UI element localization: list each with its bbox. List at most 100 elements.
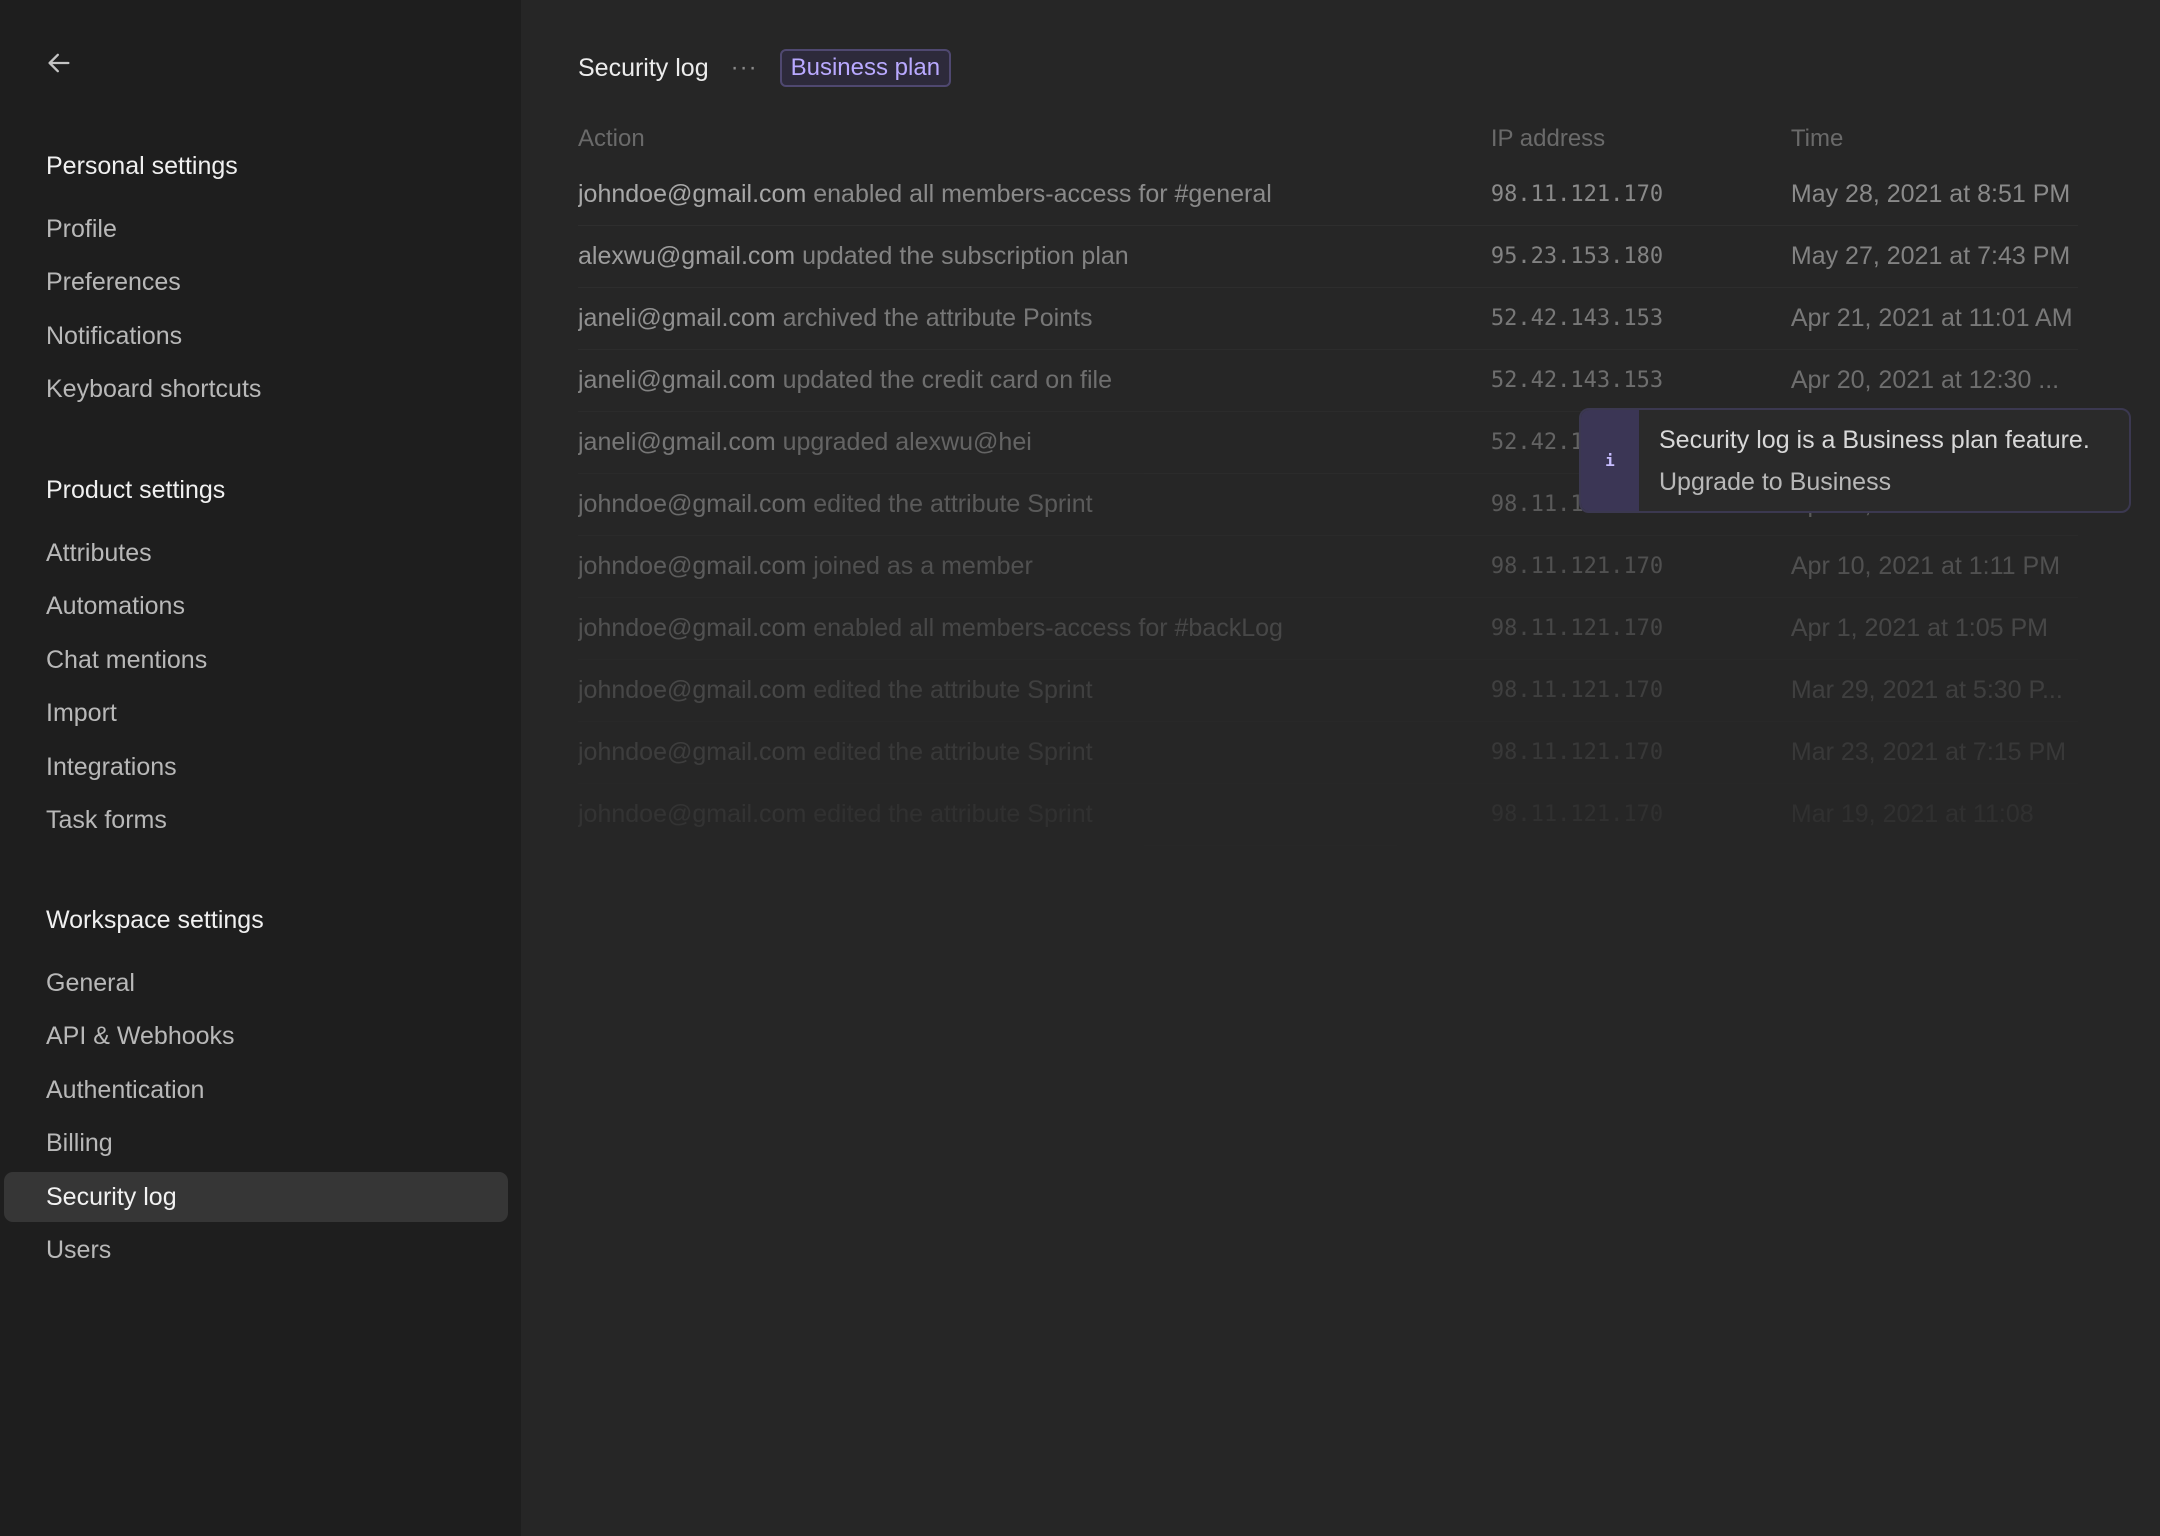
section-title: Product settings: [46, 476, 226, 504]
cell-time: May 28, 2021 at 8:51 PM: [1790, 180, 2071, 208]
cell-action: johndoe@gmail.com edited the attribute S…: [578, 738, 1491, 767]
cell-action-text: edited the attribute Sprint: [806, 676, 1093, 704]
cell-action-text: enabled all members-access for #general: [806, 180, 1272, 208]
sidebar-item-import[interactable]: Import: [4, 688, 508, 738]
cell-email: alexwu@gmail.com: [578, 242, 796, 270]
upgrade-link[interactable]: Upgrade to Business: [1659, 461, 2090, 503]
table-row: johndoe@gmail.com enabled all members-ac…: [578, 164, 2078, 226]
sidebar-item-keyboard-shortcuts[interactable]: Keyboard shortcuts: [4, 364, 508, 414]
sidebar-item-authentication[interactable]: Authentication: [4, 1065, 508, 1115]
info-icon: i: [1581, 410, 1639, 511]
sidebar: Personal settings Profile Preferences No…: [0, 0, 521, 1536]
sidebar-item-automations[interactable]: Automations: [4, 581, 508, 631]
more-options-icon[interactable]: ···: [731, 56, 758, 80]
sidebar-item-task-forms[interactable]: Task forms: [4, 795, 508, 845]
cell-email: johndoe@gmail.com: [578, 614, 807, 642]
table-row: johndoe@gmail.com enabled all members-ac…: [578, 598, 2078, 660]
cell-email: johndoe@gmail.com: [578, 676, 807, 704]
cell-action-text: archived the attribute Points: [775, 304, 1093, 332]
column-header-ip: IP address: [1490, 125, 1606, 152]
cell-action-text: enabled all members-access for #backLog: [806, 614, 1283, 642]
nav-section-workspace: Workspace settings General API & Webhook…: [0, 900, 521, 1278]
sidebar-item-chat-mentions[interactable]: Chat mentions: [4, 635, 508, 685]
cell-action: johndoe@gmail.com edited the attribute S…: [578, 800, 1491, 829]
cell-time: Mar 19, 2021 at 11:08: [1790, 800, 2034, 828]
cell-time: Apr 10, 2021 at 1:11 PM: [1790, 552, 2061, 580]
cell-action-text: edited the attribute Sprint: [806, 738, 1093, 766]
sidebar-item-billing[interactable]: Billing: [4, 1118, 508, 1168]
section-title: Workspace settings: [46, 906, 264, 934]
sidebar-item-users[interactable]: Users: [4, 1225, 508, 1275]
cell-action: johndoe@gmail.com edited the attribute S…: [578, 676, 1491, 705]
cell-ip: 98.11.121.170: [1490, 554, 1664, 579]
cell-ip: 95.23.153.180: [1490, 244, 1664, 269]
cell-email: johndoe@gmail.com: [578, 490, 807, 518]
sidebar-item-preferences[interactable]: Preferences: [4, 257, 508, 307]
table-row: johndoe@gmail.com edited the attribute S…: [578, 722, 2078, 784]
table-row: johndoe@gmail.com edited the attribute S…: [578, 660, 2078, 722]
cell-time: Apr 21, 2021 at 11:01 AM: [1790, 304, 2073, 332]
business-plan-badge[interactable]: Business plan: [779, 49, 952, 87]
main-content: Security log ··· Business plan Action IP…: [521, 0, 2160, 1536]
tooltip-text: Security log is a Business plan feature.…: [1639, 410, 2110, 511]
column-header-action: Action: [578, 125, 645, 152]
table-row: janeli@gmail.com archived the attribute …: [578, 288, 2078, 350]
nav-section-product: Product settings Attributes Automations …: [0, 470, 521, 848]
table-header: Action IP address Time: [578, 118, 2078, 160]
cell-time: Mar 23, 2021 at 7:15 PM: [1790, 738, 2067, 766]
cell-email: johndoe@gmail.com: [578, 738, 807, 766]
tooltip-message: Security log is a Business plan feature.: [1659, 425, 2090, 454]
cell-ip: 52.42.143.153: [1490, 306, 1664, 331]
cell-time: May 27, 2021 at 7:43 PM: [1790, 242, 2071, 270]
cell-ip: 98.11.121.170: [1490, 802, 1664, 827]
cell-action-text: edited the attribute Sprint: [806, 800, 1093, 828]
cell-time: Apr 1, 2021 at 1:05 PM: [1790, 614, 2048, 642]
cell-action-text: updated the credit card on file: [775, 366, 1112, 394]
sidebar-item-notifications[interactable]: Notifications: [4, 311, 508, 361]
table-row: johndoe@gmail.com joined as a member 98.1…: [578, 536, 2078, 598]
sidebar-item-attributes[interactable]: Attributes: [4, 528, 508, 578]
cell-ip: 98.11.121.170: [1490, 616, 1664, 641]
cell-action-text: joined as a member: [806, 552, 1033, 580]
cell-ip: 52.42.143.153: [1490, 368, 1664, 393]
cell-action: alexwu@gmail.com updated the subscriptio…: [578, 242, 1491, 271]
app: Personal settings Profile Preferences No…: [0, 0, 2160, 1536]
column-header-time: Time: [1790, 125, 1844, 152]
cell-email: johndoe@gmail.com: [578, 800, 807, 828]
cell-email: janeli@gmail.com: [578, 366, 776, 394]
sidebar-item-security-log[interactable]: Security log: [4, 1171, 508, 1222]
cell-action-text: edited the attribute Sprint: [806, 490, 1093, 518]
cell-email: johndoe@gmail.com: [578, 552, 807, 580]
cell-action: johndoe@gmail.com enabled all members-ac…: [578, 180, 1491, 209]
cell-email: janeli@gmail.com: [578, 428, 776, 456]
cell-action: johndoe@gmail.com edited the attribute S…: [578, 490, 1491, 519]
cell-email: janeli@gmail.com: [578, 304, 776, 332]
cell-email: johndoe@gmail.com: [578, 180, 807, 208]
cell-action: janeli@gmail.com archived the attribute …: [578, 304, 1491, 333]
table-row: alexwu@gmail.com updated the subscriptio…: [578, 226, 2078, 288]
cell-action-text: updated the subscription plan: [795, 242, 1129, 270]
sidebar-item-api-webhooks[interactable]: API & Webhooks: [4, 1011, 508, 1061]
section-title: Personal settings: [46, 152, 238, 180]
cell-time: Mar 29, 2021 at 5:30 P...: [1790, 676, 2063, 704]
sidebar-item-profile[interactable]: Profile: [4, 204, 508, 254]
cell-action: johndoe@gmail.com joined as a member: [578, 552, 1491, 581]
back-button[interactable]: [42, 46, 76, 80]
cell-time: Apr 20, 2021 at 12:30 ...: [1790, 366, 2060, 394]
arrow-left-icon: [48, 53, 70, 73]
cell-action-text: upgraded alexwu@hei: [775, 428, 1032, 456]
page-title: Security log: [578, 53, 709, 82]
sidebar-item-integrations[interactable]: Integrations: [4, 742, 508, 792]
cell-ip: 98.11.121.170: [1490, 678, 1664, 703]
cell-ip: 98.11.121.170: [1490, 182, 1664, 207]
upgrade-tooltip: i Security log is a Business plan featur…: [1579, 408, 2131, 513]
page-header: Security log ··· Business plan: [578, 47, 952, 89]
cell-action: janeli@gmail.com updated the credit card…: [578, 366, 1491, 395]
table-row: johndoe@gmail.com edited the attribute S…: [578, 784, 2078, 846]
table-row: janeli@gmail.com updated the credit card…: [578, 350, 2078, 412]
cell-action: johndoe@gmail.com enabled all members-ac…: [578, 614, 1491, 643]
cell-ip: 98.11.121.170: [1490, 740, 1664, 765]
cell-action: janeli@gmail.com upgraded alexwu@hei: [578, 428, 1491, 457]
nav-section-personal: Personal settings Profile Preferences No…: [0, 146, 521, 418]
sidebar-item-general[interactable]: General: [4, 958, 508, 1008]
